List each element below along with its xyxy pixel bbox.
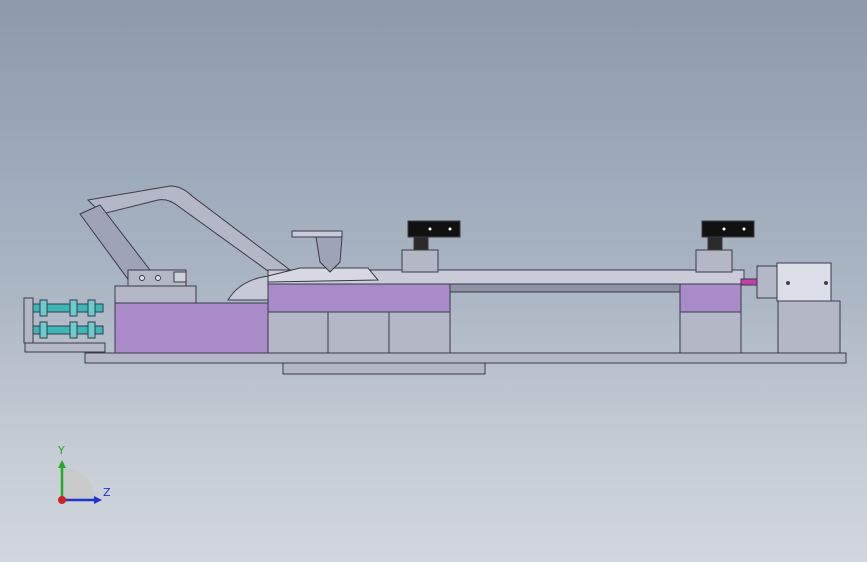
axis-z-label: Z bbox=[103, 486, 111, 499]
rail-underside[interactable] bbox=[449, 283, 681, 293]
nozzle-cone[interactable] bbox=[315, 236, 343, 273]
hinge-pin-2[interactable] bbox=[155, 275, 161, 281]
bolt-nut-5[interactable] bbox=[69, 321, 78, 339]
base-foot[interactable] bbox=[282, 362, 486, 375]
left-end-post[interactable] bbox=[23, 297, 34, 344]
axis-triad-icon bbox=[58, 460, 102, 504]
center-purple-block[interactable] bbox=[267, 283, 451, 313]
hinge-stop[interactable] bbox=[173, 271, 187, 283]
nozzle-cap[interactable] bbox=[291, 230, 343, 238]
cylinder-pin[interactable] bbox=[740, 278, 758, 286]
base-plate[interactable] bbox=[84, 352, 847, 364]
assembly-model[interactable] bbox=[0, 0, 867, 562]
clamp-stem-left[interactable] bbox=[413, 236, 429, 251]
clamp-knob-left[interactable] bbox=[407, 220, 461, 238]
curved-guide[interactable] bbox=[227, 275, 269, 301]
clamp-dot-3 bbox=[722, 227, 726, 231]
cylinder-port-1 bbox=[786, 281, 790, 285]
bolt-nut-6[interactable] bbox=[87, 321, 96, 339]
lower-block-3[interactable] bbox=[388, 311, 451, 354]
clamp-knob-right[interactable] bbox=[701, 220, 755, 238]
cylinder-flange[interactable] bbox=[756, 265, 778, 299]
clamp-base-left[interactable] bbox=[401, 249, 439, 273]
lower-block-1[interactable] bbox=[267, 311, 329, 354]
cylinder-body[interactable] bbox=[776, 262, 832, 302]
cylinder-port-2 bbox=[824, 281, 828, 285]
bolt-nut-1[interactable] bbox=[39, 299, 48, 317]
clamp-stem-right[interactable] bbox=[707, 236, 723, 251]
axis-y-label: Y bbox=[58, 444, 65, 457]
clamp-dot-2 bbox=[448, 227, 452, 231]
lower-block-2[interactable] bbox=[327, 311, 390, 354]
cad-viewport[interactable]: Y Z bbox=[0, 0, 867, 562]
cylinder-mount[interactable] bbox=[777, 300, 841, 354]
hinge-pin-1[interactable] bbox=[139, 275, 145, 281]
clamp-dot-1 bbox=[428, 227, 432, 231]
left-riser[interactable] bbox=[114, 285, 197, 304]
bolt-nut-2[interactable] bbox=[69, 299, 78, 317]
right-purple-block[interactable] bbox=[679, 283, 742, 313]
bolt-nut-3[interactable] bbox=[87, 299, 96, 317]
left-purple-block[interactable] bbox=[114, 302, 269, 354]
right-lower-block[interactable] bbox=[679, 311, 742, 354]
bolt-nut-4[interactable] bbox=[39, 321, 48, 339]
clamp-dot-4 bbox=[742, 227, 746, 231]
clamp-base-right[interactable] bbox=[695, 249, 733, 273]
left-end-bracket[interactable] bbox=[24, 342, 106, 353]
